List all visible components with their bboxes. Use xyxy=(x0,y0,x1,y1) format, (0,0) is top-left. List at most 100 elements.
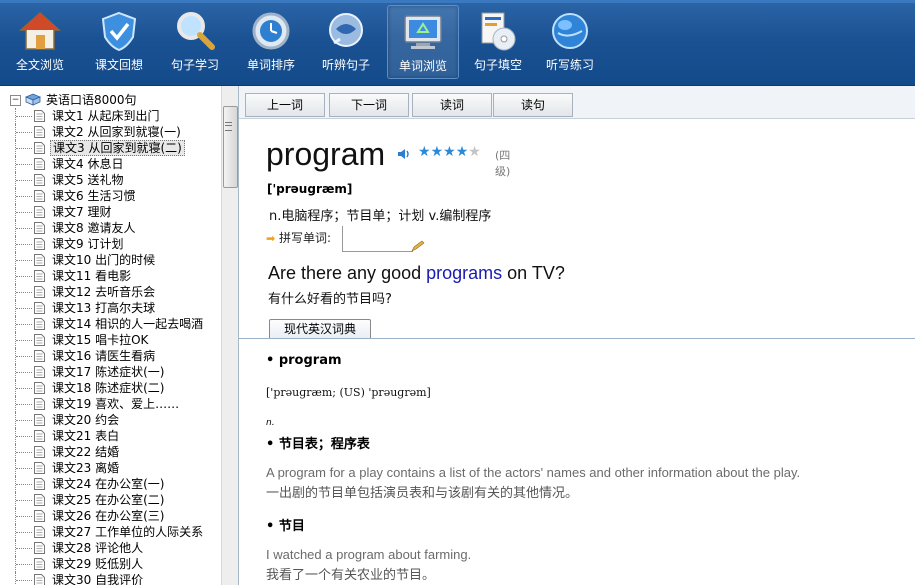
toolbar-label: 单词浏览 xyxy=(398,59,447,73)
toolbar-button-sentence-study[interactable]: 句子学习 xyxy=(160,5,230,77)
lesson-item[interactable]: 课文5 送礼物 xyxy=(0,172,220,188)
lesson-item[interactable]: 课文8 邀请友人 xyxy=(0,220,220,236)
toolbar-label: 句子填空 xyxy=(473,58,522,72)
lesson-item[interactable]: 课文27 工作单位的人际关系 xyxy=(0,524,220,540)
tree-connector xyxy=(16,164,32,165)
lesson-item[interactable]: 课文9 订计划 xyxy=(0,236,220,252)
document-icon xyxy=(34,558,45,570)
lesson-label: 课文8 邀请友人 xyxy=(52,221,136,235)
lesson-label: 课文17 陈述症状(一) xyxy=(52,365,165,379)
tree-connector xyxy=(16,132,32,133)
lesson-label: 课文10 出门的时候 xyxy=(52,253,156,267)
toolbar-button-text-recall[interactable]: 课文回想 xyxy=(84,5,154,77)
lesson-item[interactable]: 课文7 理财 xyxy=(0,204,220,220)
lesson-label: 课文29 贬低别人 xyxy=(52,557,144,571)
lesson-item[interactable]: 课文20 约会 xyxy=(0,412,220,428)
magnifier-icon xyxy=(173,9,217,53)
lesson-item[interactable]: 课文23 离婚 xyxy=(0,460,220,476)
dict-example-en: I watched a program about farming. xyxy=(266,547,472,562)
lesson-item[interactable]: 课文21 表白 xyxy=(0,428,220,444)
tree-connector xyxy=(16,468,32,469)
lesson-label: 课文13 打高尔夫球 xyxy=(52,301,156,315)
tree-connector xyxy=(16,260,32,261)
toolbar-button-word-browse[interactable]: 单词浏览 xyxy=(387,5,459,79)
lesson-item[interactable]: 课文29 贬低别人 xyxy=(0,556,220,572)
document-icon xyxy=(34,398,45,410)
dict-example-en: A program for a play contains a list of … xyxy=(266,465,801,480)
word-nav-bar: 上一词 下一词 读词 读句 xyxy=(239,86,915,119)
word-definition: n.电脑程序；节目单；计划 v.编制程序 xyxy=(269,209,492,224)
scrollbar-grip xyxy=(225,122,232,131)
toolbar-label: 课文回想 xyxy=(94,58,143,72)
star-filled-icon: ★ xyxy=(430,144,444,160)
example-keyword: programs xyxy=(426,263,503,283)
lesson-item[interactable]: 课文1 从起床到出门 xyxy=(0,108,220,124)
tree-connector xyxy=(16,196,32,197)
document-icon xyxy=(34,158,45,170)
lesson-item[interactable]: 课文26 在办公室(三) xyxy=(0,508,220,524)
document-icon xyxy=(34,526,45,538)
next-word-button[interactable]: 下一词 xyxy=(329,93,409,117)
toolbar-button-word-sort[interactable]: 单词排序 xyxy=(236,5,306,77)
star-filled-icon: ★ xyxy=(443,144,456,160)
tree-scrollbar[interactable] xyxy=(221,86,238,585)
lesson-item[interactable]: 课文30 自我评价 xyxy=(0,572,220,585)
star-filled-icon: ★ xyxy=(418,144,431,160)
lesson-item[interactable]: 课文18 陈述症状(二) xyxy=(0,380,220,396)
lesson-item[interactable]: 课文19 喜欢、爱上…… xyxy=(0,396,220,412)
lesson-item[interactable]: 课文25 在办公室(二) xyxy=(0,492,220,508)
tree-root[interactable]: − 英语口语8000句 xyxy=(0,92,220,108)
dict-entry-word: • program xyxy=(266,353,342,368)
prev-word-button[interactable]: 上一词 xyxy=(245,93,325,117)
lesson-item[interactable]: 课文24 在办公室(一) xyxy=(0,476,220,492)
tree-connector xyxy=(16,388,32,389)
document-icon xyxy=(34,206,45,218)
lesson-label: 课文25 在办公室(二) xyxy=(52,493,165,507)
dict-example-zh: 我看了一个有关农业的节目。 xyxy=(266,568,436,583)
lesson-item[interactable]: 课文2 从回家到就寝(一) xyxy=(0,124,220,140)
lesson-item[interactable]: 课文4 休息日 xyxy=(0,156,220,172)
lesson-item[interactable]: 课文6 生活习惯 xyxy=(0,188,220,204)
difficulty-stars: ★★★★★ xyxy=(418,144,481,160)
dict-part-of-speech: n. xyxy=(266,418,275,428)
lesson-item[interactable]: 课文17 陈述症状(一) xyxy=(0,364,220,380)
collapse-icon[interactable]: − xyxy=(10,95,21,106)
dictionary-divider xyxy=(239,338,915,339)
lesson-item[interactable]: 课文10 出门的时候 xyxy=(0,252,220,268)
lesson-item[interactable]: 课文16 请医生看病 xyxy=(0,348,220,364)
lesson-label: 课文22 结婚 xyxy=(52,445,120,459)
document-icon xyxy=(34,238,45,250)
tree-connector xyxy=(15,572,16,585)
lesson-label: 课文16 请医生看病 xyxy=(52,349,156,363)
read-sentence-button[interactable]: 读句 xyxy=(493,93,573,117)
example-part: Are there any good xyxy=(268,263,427,283)
document-icon xyxy=(34,126,45,138)
lesson-item[interactable]: 课文14 相识的人一起去喝酒 xyxy=(0,316,220,332)
lesson-label: 课文9 订计划 xyxy=(52,237,124,251)
lesson-item[interactable]: 课文12 去听音乐会 xyxy=(0,284,220,300)
lesson-item[interactable]: 课文13 打高尔夫球 xyxy=(0,300,220,316)
lesson-item[interactable]: 课文22 结婚 xyxy=(0,444,220,460)
lesson-label: 课文4 休息日 xyxy=(52,157,124,171)
tree-connector xyxy=(16,532,32,533)
tab-modern-dictionary[interactable]: 现代英汉词典 xyxy=(269,319,371,339)
toolbar-button-dictation[interactable]: 听写练习 xyxy=(535,5,605,77)
spell-prompt: ➡ 拼写单词: xyxy=(266,229,331,246)
lesson-item[interactable]: 课文11 看电影 xyxy=(0,268,220,284)
lesson-label: 课文26 在办公室(三) xyxy=(52,509,165,523)
document-icon xyxy=(34,334,45,346)
lesson-label: 课文18 陈述症状(二) xyxy=(52,381,165,395)
scrollbar-thumb[interactable] xyxy=(223,106,238,188)
lesson-label: 课文15 唱卡拉OK xyxy=(52,333,149,347)
document-icon xyxy=(34,318,45,330)
dict-sense: • 节目 xyxy=(266,519,305,534)
toolbar-button-listen-sentence[interactable]: 听辨句子 xyxy=(311,5,381,77)
toolbar-button-sentence-fill[interactable]: 句子填空 xyxy=(463,5,533,77)
lesson-item[interactable]: 课文3 从回家到就寝(二) xyxy=(0,140,220,156)
spell-input[interactable] xyxy=(342,226,413,252)
toolbar-button-full-text[interactable]: 全文浏览 xyxy=(5,5,75,77)
lesson-item[interactable]: 课文15 唱卡拉OK xyxy=(0,332,220,348)
lesson-item[interactable]: 课文28 评论他人 xyxy=(0,540,220,556)
speaker-icon[interactable] xyxy=(397,148,411,160)
read-word-button[interactable]: 读词 xyxy=(412,93,492,117)
